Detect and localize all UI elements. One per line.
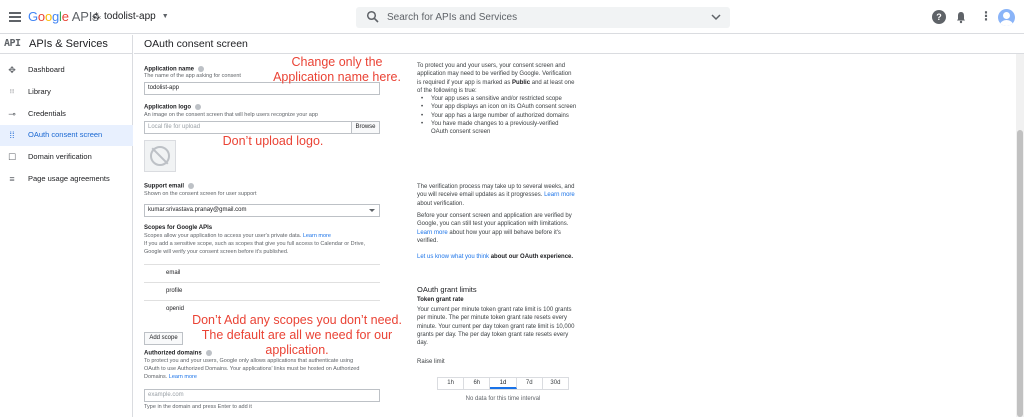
list-item: Your app uses a sensitive and/or restric…: [421, 95, 577, 104]
list-item: Your app displays an icon on its OAuth c…: [421, 103, 577, 112]
interval-30d-button[interactable]: 30d: [543, 378, 568, 389]
dashboard-icon: ✥: [8, 65, 16, 75]
support-email-hint: Shown on the consent screen for user sup…: [144, 191, 257, 197]
browse-button[interactable]: Browse: [351, 121, 380, 134]
page-title: OAuth consent screen: [144, 38, 248, 50]
scope-row: email: [144, 264, 380, 281]
domain-input[interactable]: example.com: [144, 389, 380, 402]
logo-file-input[interactable]: Local file for upload: [144, 121, 352, 134]
logo-placeholder-image: [144, 140, 176, 172]
sidebar-item-label: Credentials: [28, 109, 66, 118]
sidebar-item-credentials[interactable]: ⊸ Credentials: [0, 104, 133, 125]
api-badge-icon: API: [4, 38, 21, 49]
learn-more-link[interactable]: Learn more: [169, 374, 197, 380]
account-avatar[interactable]: [998, 9, 1015, 26]
support-email-select[interactable]: kumar.srivastava.pranay@gmail.com: [144, 204, 380, 217]
sidebar-header: API APIs & Services: [0, 35, 133, 54]
top-app-bar: Google APIs ⁂ todolist-app ▼ Search for A…: [0, 0, 1024, 34]
chevron-down-icon: [369, 209, 375, 212]
verification-info: To protect you and your users, your cons…: [417, 62, 577, 137]
project-selector[interactable]: ⁂ todolist-app ▼: [92, 11, 169, 22]
no-data-message: No data for this time interval: [465, 396, 541, 402]
interval-1h-button[interactable]: 1h: [438, 378, 465, 389]
sidebar-item-oauth-consent-screen[interactable]: ⁞⁞ OAuth consent screen: [0, 125, 133, 146]
search-placeholder: Search for APIs and Services: [387, 12, 518, 23]
annotation-no-scopes: Don’t Add any scopes you don’t need. The…: [192, 313, 402, 357]
project-name: todolist-app: [104, 11, 156, 22]
chevron-down-icon[interactable]: [710, 11, 722, 23]
sidebar-item-page-usage-agreements[interactable]: ≡ Page usage agreements: [0, 169, 133, 190]
scope-row: profile: [144, 282, 380, 299]
sidebar-item-label: Dashboard: [28, 65, 65, 74]
annotation-change-name: Change only the Application name here.: [273, 55, 401, 84]
verification-process-text: The verification process may take up to …: [417, 184, 575, 207]
page-header: OAuth consent screen: [134, 35, 1024, 54]
help-circle-icon[interactable]: [195, 104, 201, 110]
domain-icon: ☐: [7, 152, 17, 162]
sidebar-item-label: OAuth consent screen: [28, 130, 103, 139]
library-icon: ⦙⦙⦙: [9, 89, 15, 95]
annotation-no-logo: Don’t upload logo.: [222, 134, 324, 148]
token-grant-rate-label: Token grant rate: [417, 297, 464, 303]
testing-info-text: Before your consent screen and applicati…: [417, 213, 572, 244]
verification-criteria-list: Your app uses a sensitive and/or restric…: [421, 95, 577, 137]
sidebar-title: APIs & Services: [29, 38, 108, 50]
sidebar: API APIs & Services ✥ Dashboard ⦙⦙⦙ Libr…: [0, 35, 133, 417]
domain-input-hint: Type in the domain and press Enter to ad…: [144, 404, 252, 410]
list-item: Your app has a large number of authorize…: [421, 112, 577, 121]
interval-selector: 1h 6h 1d 7d 30d: [437, 377, 569, 390]
sidebar-item-domain-verification[interactable]: ☐ Domain verification: [0, 147, 133, 168]
scopes-hint: Scopes allow your application to access …: [144, 233, 366, 255]
sidebar-item-dashboard[interactable]: ✥ Dashboard: [0, 60, 133, 81]
sidebar-item-library[interactable]: ⦙⦙⦙ Library: [0, 82, 133, 103]
help-icon[interactable]: ?: [932, 10, 946, 24]
raise-limit-link[interactable]: Raise limit: [417, 358, 577, 366]
app-logo-label: Application logo: [144, 104, 201, 111]
chevron-down-icon: ▼: [161, 13, 169, 20]
google-apis-logo[interactable]: Google APIs: [28, 9, 99, 24]
grant-limits-heading: OAuth grant limits: [417, 285, 477, 294]
interval-1d-button[interactable]: 1d: [490, 378, 517, 389]
learn-more-link[interactable]: Learn more: [417, 230, 448, 236]
sidebar-item-label: Page usage agreements: [28, 174, 110, 183]
app-logo-hint: An image on the consent screen that will…: [144, 112, 318, 118]
interval-6h-button[interactable]: 6h: [464, 378, 491, 389]
project-icon: ⁂: [92, 11, 101, 21]
learn-more-link[interactable]: Learn more: [303, 233, 331, 239]
app-name-hint: The name of the app asking for consent: [144, 73, 241, 79]
consent-icon: ⁞⁞: [9, 130, 15, 140]
settings-list-icon: ≡: [9, 174, 15, 184]
token-grant-rate-text: Your current per minute token grant rate…: [417, 307, 575, 347]
feedback-text: Let us know what you think about our OAu…: [417, 254, 574, 260]
feedback-link[interactable]: Let us know what you think: [417, 254, 489, 260]
authorized-domains-hint: To protect you and your users, Google on…: [144, 358, 360, 380]
learn-more-link[interactable]: Learn more: [544, 192, 575, 198]
interval-7d-button[interactable]: 7d: [517, 378, 543, 389]
search-bar[interactable]: Search for APIs and Services: [356, 7, 730, 28]
key-icon: ⊸: [8, 109, 16, 119]
more-options-icon[interactable]: ⋮: [979, 10, 993, 24]
no-image-icon: [150, 146, 170, 166]
scopes-label: Scopes for Google APIs: [144, 225, 213, 231]
add-scope-button[interactable]: Add scope: [144, 332, 183, 345]
list-item: You have made changes to a previously-ve…: [421, 120, 577, 137]
sidebar-item-label: Library: [28, 87, 51, 96]
page-scrollbar-thumb[interactable]: [1017, 130, 1023, 417]
help-circle-icon[interactable]: [188, 183, 195, 189]
support-email-value: kumar.srivastava.pranay@gmail.com: [148, 207, 247, 213]
notifications-icon[interactable]: [954, 10, 968, 24]
main-menu-icon[interactable]: [9, 12, 21, 22]
sidebar-item-label: Domain verification: [28, 152, 92, 161]
support-email-label: Support email: [144, 183, 195, 190]
search-icon: [366, 10, 379, 23]
